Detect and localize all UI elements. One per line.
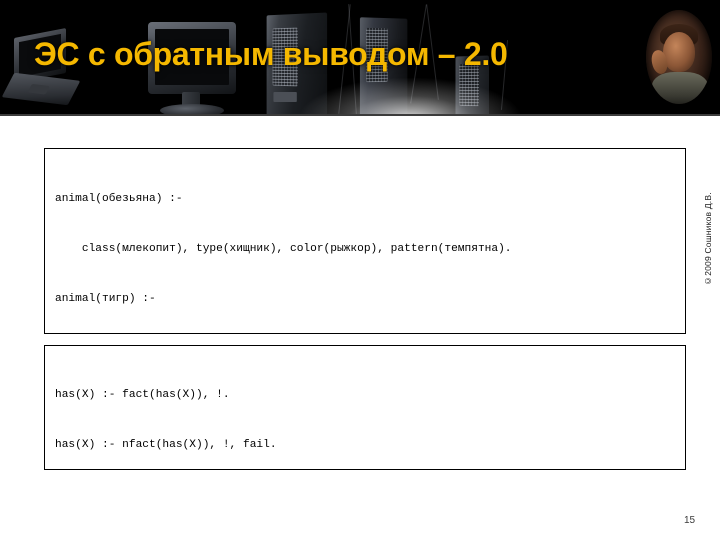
tower-left-drive-bay bbox=[273, 91, 297, 103]
laptop-base-image bbox=[1, 72, 81, 106]
code-line: class(млекопит), type(хищник), color(рыж… bbox=[55, 242, 512, 255]
presentation-slide: ЭС с обратным выводом – 2.0 ©2009 Сошник… bbox=[0, 0, 720, 540]
code-line: animal(тигр) :- bbox=[55, 292, 156, 305]
page-number: 15 bbox=[684, 515, 696, 526]
author-shirt bbox=[652, 72, 708, 104]
code-block-knowledge-base-rules: animal(обезьяна) :- class(млекопит), typ… bbox=[44, 148, 686, 334]
author-face bbox=[663, 32, 695, 72]
code-block-inference-engine: has(X) :- fact(has(X)), !. has(X) :- nfa… bbox=[44, 345, 686, 470]
code-line: has(X) :- nfact(has(X)), !, fail. bbox=[55, 438, 277, 451]
header-divider-line bbox=[0, 114, 720, 116]
copyright-vertical-text: ©2009 Сошников Д.В. bbox=[703, 192, 713, 286]
slide-header-banner: ЭС с обратным выводом – 2.0 bbox=[0, 0, 720, 116]
code-line: has(X) :- fact(has(X)), !. bbox=[55, 389, 230, 402]
author-portrait-avatar bbox=[646, 10, 712, 104]
code-line: animal(обезьяна) :- bbox=[55, 193, 183, 206]
slide-title: ЭС с обратным выводом – 2.0 bbox=[34, 36, 508, 72]
